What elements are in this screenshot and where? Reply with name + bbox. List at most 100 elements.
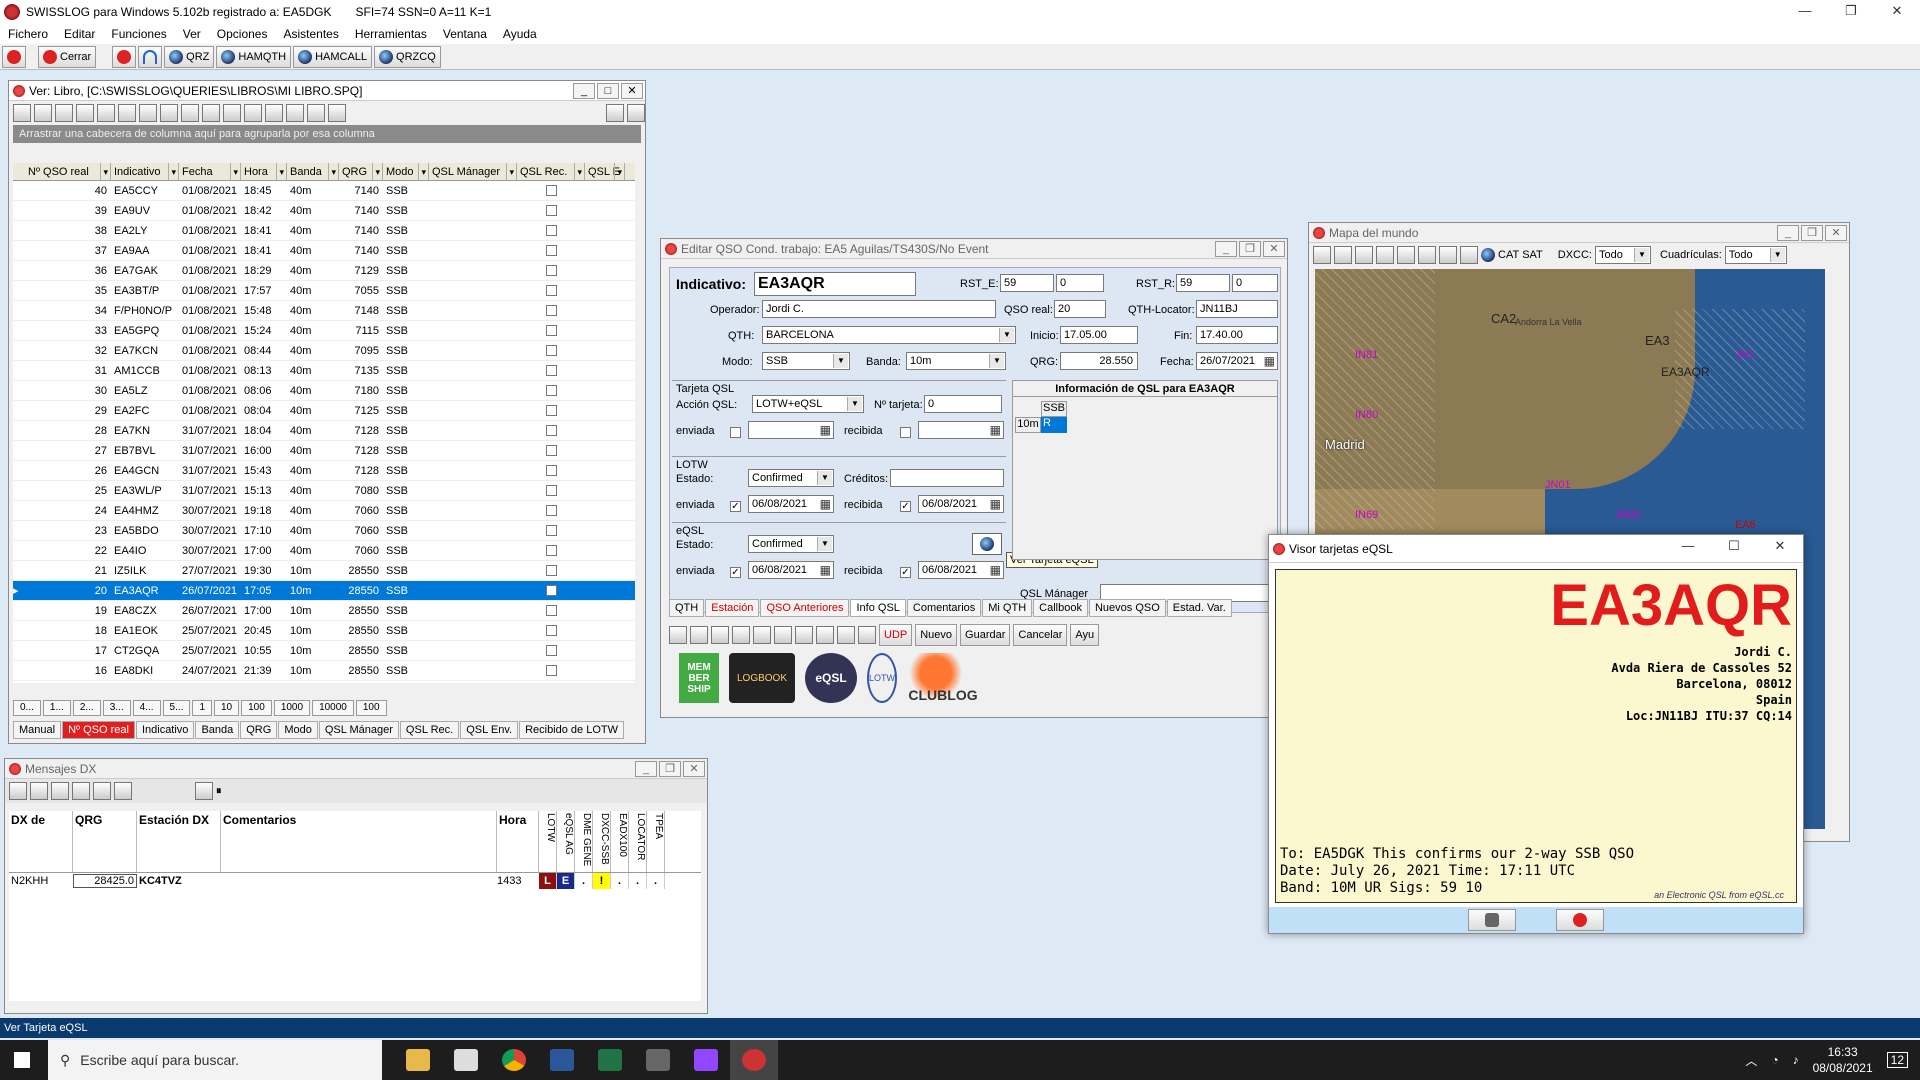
tool-icon[interactable]: [13, 104, 31, 122]
table-row[interactable]: 34 F/PH0NO/P 01/08/2021 15:48 40m 7148 SSB: [13, 301, 635, 321]
tool-icon[interactable]: [244, 104, 262, 122]
table-row[interactable]: 38 EA2LY 01/08/2021 18:41 40m 7140 SSB: [13, 221, 635, 241]
col-qrg[interactable]: QRG: [73, 811, 137, 872]
qsl-rec-checkbox[interactable]: [545, 405, 557, 417]
tool-icon[interactable]: [858, 626, 876, 644]
col-date[interactable]: Fecha: [179, 163, 241, 181]
table-row[interactable]: 31 AM1CCB 01/08/2021 08:13 40m 7135 SSB: [13, 361, 635, 381]
volume-icon[interactable]: ♪: [1793, 1053, 1799, 1067]
menu-ver[interactable]: Ver: [175, 27, 209, 41]
dx-row[interactable]: N2KHH 28425.0 KC4TVZ 1433 L E.!...: [9, 873, 701, 889]
tool-icon[interactable]: [34, 104, 52, 122]
qsl-rec-checkbox[interactable]: [545, 445, 557, 457]
col-time[interactable]: Hora: [241, 163, 287, 181]
maximize-icon[interactable]: ☐: [1711, 535, 1757, 563]
qrg-field[interactable]: 28.550: [1060, 352, 1138, 370]
cat-button[interactable]: CAT: [1498, 249, 1519, 261]
qso-real-field[interactable]: 20: [1054, 300, 1106, 318]
tool-icon[interactable]: [307, 104, 325, 122]
calculator-app[interactable]: [634, 1040, 682, 1080]
qsl-rec-checkbox[interactable]: [545, 545, 557, 557]
qsl-rec-checkbox[interactable]: [545, 345, 557, 357]
nav-button[interactable]: 1000: [273, 700, 311, 716]
tool-icon[interactable]: [181, 104, 199, 122]
ntarjeta-field[interactable]: 0: [924, 395, 1002, 413]
rst-e-extra-field[interactable]: 0: [1056, 274, 1104, 292]
qrz-button[interactable]: QRZ: [164, 45, 215, 68]
tool-icon[interactable]: [774, 626, 792, 644]
col-qslenv[interactable]: QSL E: [585, 163, 625, 181]
close-button[interactable]: Cerrar: [38, 45, 97, 68]
lotw-recibida-date[interactable]: 06/08/2021: [918, 495, 1004, 513]
edit-tab[interactable]: Nuevos QSO: [1088, 599, 1166, 617]
notification-badge[interactable]: 12: [1886, 1052, 1908, 1068]
nav-button[interactable]: 4...: [132, 700, 161, 716]
fin-field[interactable]: 17.40.00: [1196, 326, 1278, 344]
sort-tab[interactable]: QSL Env.: [460, 721, 519, 739]
table-row[interactable]: 32 EA7KCN 01/08/2021 08:44 40m 7095 SSB: [13, 341, 635, 361]
qsl-rec-checkbox[interactable]: [545, 465, 557, 477]
tool-icon[interactable]: [690, 626, 708, 644]
qsl-rec-checkbox[interactable]: [545, 365, 557, 377]
minimize-icon[interactable]: —: [1782, 0, 1828, 24]
locator-field[interactable]: JN11BJ: [1196, 300, 1278, 318]
word-app[interactable]: [538, 1040, 586, 1080]
table-row[interactable]: 36 EA7GAK 01/08/2021 18:29 40m 7129 SSB: [13, 261, 635, 281]
nav-button[interactable]: 3...: [102, 700, 131, 716]
col-qslrec[interactable]: QSL Rec.: [517, 163, 585, 181]
tool-icon[interactable]: [1376, 246, 1394, 264]
globe-icon[interactable]: [1481, 248, 1495, 262]
qsl-rec-checkbox[interactable]: [545, 225, 557, 237]
col-mode[interactable]: Modo: [383, 163, 429, 181]
wifi-button[interactable]: [138, 45, 163, 68]
edit-tab[interactable]: Comentarios: [906, 599, 982, 617]
first-record-icon[interactable]: [606, 104, 624, 122]
nav-button[interactable]: 1: [192, 700, 212, 716]
qsl-rec-checkbox[interactable]: [545, 385, 557, 397]
menu-funciones[interactable]: Funciones: [103, 27, 174, 41]
maximize-icon[interactable]: □: [597, 82, 619, 99]
store-app[interactable]: [442, 1040, 490, 1080]
sort-tab[interactable]: QSL Rec.: [399, 721, 460, 739]
accion-select[interactable]: LOTW+eQSL: [752, 395, 864, 413]
table-row[interactable]: 21 IZ5ILK 27/07/2021 19:30 10m 28550 SSB: [13, 561, 635, 581]
nav-button[interactable]: 2...: [72, 700, 101, 716]
table-row[interactable]: 30 EA5LZ 01/08/2021 08:06 40m 7180 SSB: [13, 381, 635, 401]
qsl-rec-checkbox[interactable]: [545, 605, 557, 617]
col-dxde[interactable]: DX de: [9, 811, 73, 872]
lotw-estado-select[interactable]: Confirmed: [748, 469, 834, 487]
tool-icon[interactable]: [9, 782, 27, 800]
nav-button[interactable]: 100: [241, 700, 272, 716]
qsl-rec-checkbox[interactable]: [545, 245, 557, 257]
qsl-rec-checkbox[interactable]: [545, 665, 557, 677]
tool-icon[interactable]: [816, 626, 834, 644]
zoom-out-icon[interactable]: [1460, 246, 1478, 264]
recibida-date-field[interactable]: [918, 421, 1004, 439]
table-row[interactable]: 35 EA3BT/P 01/08/2021 17:57 40m 7055 SSB: [13, 281, 635, 301]
rst-r-extra-field[interactable]: 0: [1232, 274, 1278, 292]
qsl-rec-checkbox[interactable]: [545, 625, 557, 637]
hamcall-button[interactable]: HAMCALL: [293, 45, 373, 68]
last-record-icon[interactable]: [627, 104, 645, 122]
explorer-app[interactable]: [394, 1040, 442, 1080]
tool-icon[interactable]: [795, 626, 813, 644]
fecha-field[interactable]: 26/07/2021: [1196, 352, 1278, 370]
tool-icon[interactable]: [114, 782, 132, 800]
col-flag[interactable]: DXCC-SSB: [593, 811, 611, 872]
edit-tab[interactable]: Info QSL: [850, 599, 906, 617]
menu-ayuda[interactable]: Ayuda: [495, 27, 545, 41]
tool-icon[interactable]: [265, 104, 283, 122]
lotw-enviada-date[interactable]: 06/08/2021: [748, 495, 834, 513]
tool-icon[interactable]: [160, 104, 178, 122]
menu-opciones[interactable]: Opciones: [209, 27, 276, 41]
tool-icon[interactable]: [93, 782, 111, 800]
edit-tab[interactable]: QSO Anteriores: [760, 599, 850, 617]
enviada-date-field[interactable]: [748, 421, 834, 439]
qsl-rec-checkbox[interactable]: [545, 285, 557, 297]
sort-tab[interactable]: Nº QSO real: [62, 721, 135, 739]
minimize-icon[interactable]: _: [635, 760, 657, 777]
qrzcq-button[interactable]: QRZCQ: [374, 45, 441, 68]
table-row[interactable]: 18 EA1EOK 25/07/2021 20:45 10m 28550 SSB: [13, 621, 635, 641]
twitch-app[interactable]: [682, 1040, 730, 1080]
qsl-info-cell[interactable]: R: [1041, 417, 1067, 433]
